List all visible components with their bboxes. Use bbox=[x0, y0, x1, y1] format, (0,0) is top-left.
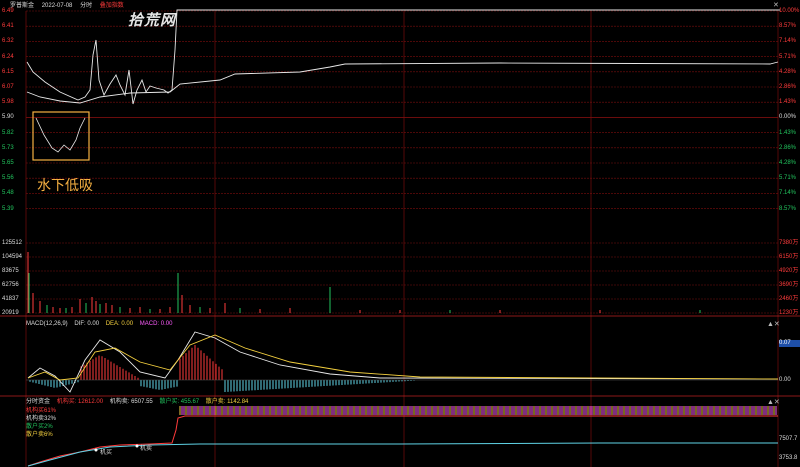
macd-right-zero: 0.00 bbox=[779, 377, 791, 383]
volume-tick-label: 41837 bbox=[2, 296, 19, 302]
marker-inst-sell: 机卖 bbox=[140, 446, 153, 452]
volume-tick-label: 104594 bbox=[2, 254, 23, 260]
volume-tick-label: 125512 bbox=[2, 240, 23, 246]
pct-tick-label: 5.71% bbox=[779, 175, 797, 182]
pct-tick-label: 1.43% bbox=[779, 99, 797, 106]
price-tick-label: 5.56 bbox=[2, 175, 14, 182]
annotation-box bbox=[32, 111, 90, 161]
price-tick-label: 5.90 bbox=[2, 114, 14, 121]
macd-right-value: 0.07 bbox=[779, 340, 800, 347]
fund-right-value: 7507.7 bbox=[779, 436, 798, 442]
fund-legend: 机构买61% 机构卖32% 散户买2% 散户卖6% bbox=[26, 407, 56, 439]
price-tick-label: 5.48 bbox=[2, 190, 14, 197]
volume-tick-label: 6150万 bbox=[779, 254, 799, 260]
price-tick-label: 5.73 bbox=[2, 144, 14, 151]
watermark-text: 拾荒网 bbox=[128, 12, 177, 29]
price-tick-label: 5.82 bbox=[2, 129, 14, 136]
price-tick-label: 6.15 bbox=[2, 68, 14, 75]
pct-tick-label: 7.14% bbox=[779, 38, 797, 45]
price-tick-label: 5.65 bbox=[2, 160, 14, 166]
pct-tick-label: 2.86% bbox=[779, 84, 797, 90]
pct-tick-label: 5.71% bbox=[779, 53, 797, 60]
price-tick-label: 6.41 bbox=[2, 23, 14, 30]
pct-tick-label: 4.28% bbox=[779, 68, 797, 75]
price-tick-label: 6.49 bbox=[2, 8, 14, 14]
fund-title: 分时资金 bbox=[26, 399, 51, 405]
legend-item: 散户卖6% bbox=[26, 432, 53, 438]
volume-tick-label: 2460万 bbox=[779, 296, 799, 302]
price-tick-label: 5.98 bbox=[2, 99, 14, 106]
legend-item: 机构买61% bbox=[26, 408, 57, 414]
close-icon[interactable]: ▲✕ bbox=[767, 320, 780, 328]
macd-header: MACD(12,26,9) DIF: 0.00 DEA: 0.00 MACD: … bbox=[26, 320, 177, 328]
volume-tick-label: 20919 bbox=[2, 310, 19, 316]
intraday-chart bbox=[0, 9, 800, 467]
price-tick-label: 6.24 bbox=[2, 53, 14, 60]
volume-tick-label: 4920万 bbox=[779, 268, 799, 274]
pct-tick-label: 4.28% bbox=[779, 160, 797, 166]
annotation-text: 水下低吸 bbox=[37, 177, 93, 193]
pct-tick-label: 7.14% bbox=[779, 190, 797, 197]
legend-item: 散户买2% bbox=[26, 424, 53, 430]
pct-tick-label: 10.00% bbox=[779, 8, 800, 14]
pct-tick-label: 1.43% bbox=[779, 129, 797, 136]
volume-tick-label: 3690万 bbox=[779, 282, 799, 288]
macd-dea: DEA: 0.00 bbox=[105, 321, 134, 327]
pct-tick-label: 8.57% bbox=[779, 205, 797, 212]
macd-dea-line bbox=[27, 334, 779, 381]
legend-item: 机构卖32% bbox=[26, 416, 57, 422]
fund-retail-buy: 散户买: 455.67 bbox=[159, 399, 200, 405]
volume-tick-label: 62756 bbox=[2, 282, 19, 288]
macd-value: MACD: 0.00 bbox=[139, 321, 173, 327]
volume-bars bbox=[27, 252, 701, 313]
price-tick-label: 5.39 bbox=[2, 205, 14, 212]
fund-main-net: 机构买: 12612.00 bbox=[56, 399, 104, 405]
price-tick-label: 6.07 bbox=[2, 84, 14, 90]
close-icon[interactable]: ▲✕ bbox=[767, 398, 780, 406]
marker-inst-buy: 机买 bbox=[100, 450, 113, 456]
inst-buy-line bbox=[27, 415, 778, 467]
price-tick-label: 6.32 bbox=[2, 38, 14, 45]
fund-inst-sell: 机构卖: 6507.55 bbox=[109, 399, 153, 405]
volume-tick-label: 83675 bbox=[2, 268, 19, 274]
fund-right-value: 3753.8 bbox=[779, 455, 798, 461]
macd-dif: DIF: 0.00 bbox=[74, 321, 100, 327]
macd-label: MACD(12,26,9) bbox=[26, 321, 68, 327]
fund-retail-sell: 散户卖: 1142.84 bbox=[205, 399, 249, 405]
pct-tick-label: 8.57% bbox=[779, 23, 797, 30]
fund-flow-header: 分时资金 机构买: 12612.00 机构卖: 6507.55 散户买: 455… bbox=[26, 398, 253, 406]
dip-detail-line bbox=[35, 117, 86, 153]
volume-tick-label: 7380万 bbox=[779, 240, 799, 246]
volume-tick-label: 1230万 bbox=[779, 310, 799, 316]
marker-dot bbox=[94, 448, 98, 452]
marker-dot bbox=[135, 444, 139, 448]
average-line bbox=[26, 61, 779, 104]
pct-tick-label: 0.00% bbox=[779, 114, 797, 121]
pct-tick-label: 2.86% bbox=[779, 144, 797, 151]
